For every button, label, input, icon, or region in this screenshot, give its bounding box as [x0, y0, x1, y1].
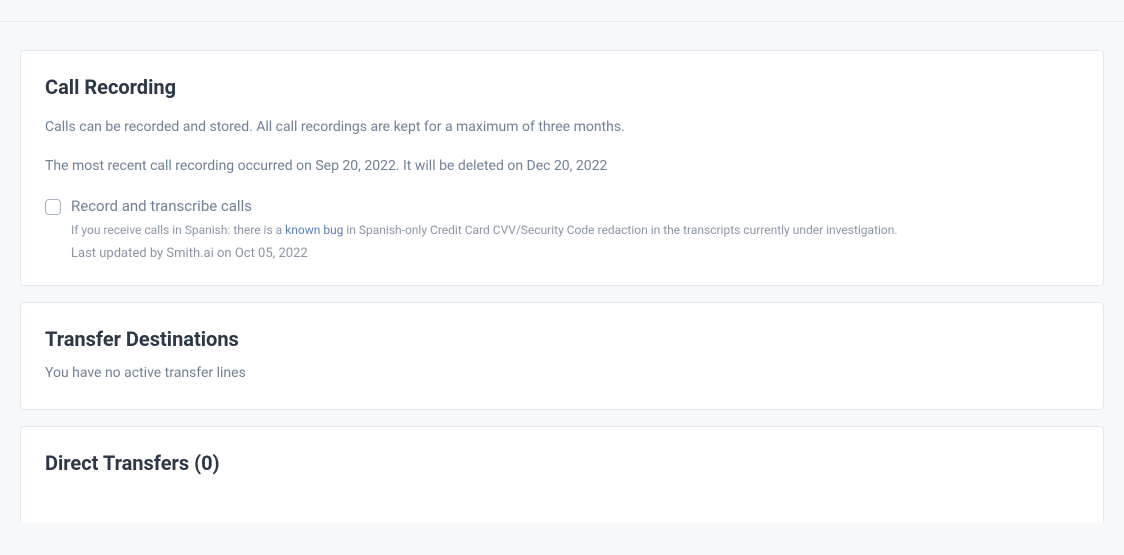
call-recording-card: Call Recording Calls can be recorded and…: [20, 50, 1104, 286]
page-container: Call Recording Calls can be recorded and…: [0, 22, 1124, 543]
known-bug-link[interactable]: known bug: [285, 223, 343, 237]
transfer-destinations-title: Transfer Destinations: [45, 327, 1079, 351]
record-transcribe-row: Record and transcribe calls If you recei…: [45, 197, 1079, 261]
helper-prefix: If you receive calls in Spanish: there i…: [71, 223, 285, 237]
direct-transfers-card: Direct Transfers (0): [20, 426, 1104, 523]
last-updated-text: Last updated by Smith.ai on Oct 05, 2022: [71, 246, 1079, 261]
no-transfer-lines-text: You have no active transfer lines: [45, 365, 1079, 381]
checkbox-content: Record and transcribe calls If you recei…: [71, 197, 1079, 261]
record-transcribe-checkbox[interactable]: [45, 199, 61, 215]
record-transcribe-label: Record and transcribe calls: [71, 197, 1079, 215]
helper-text: If you receive calls in Spanish: there i…: [71, 221, 1079, 240]
call-recording-title: Call Recording: [45, 75, 1079, 99]
helper-suffix: in Spanish-only Credit Card CVV/Security…: [343, 223, 897, 237]
call-recording-description: Calls can be recorded and stored. All ca…: [45, 117, 1079, 138]
transfer-destinations-card: Transfer Destinations You have no active…: [20, 302, 1104, 410]
direct-transfers-title: Direct Transfers (0): [45, 451, 1079, 475]
call-recording-status: The most recent call recording occurred …: [45, 156, 1079, 177]
